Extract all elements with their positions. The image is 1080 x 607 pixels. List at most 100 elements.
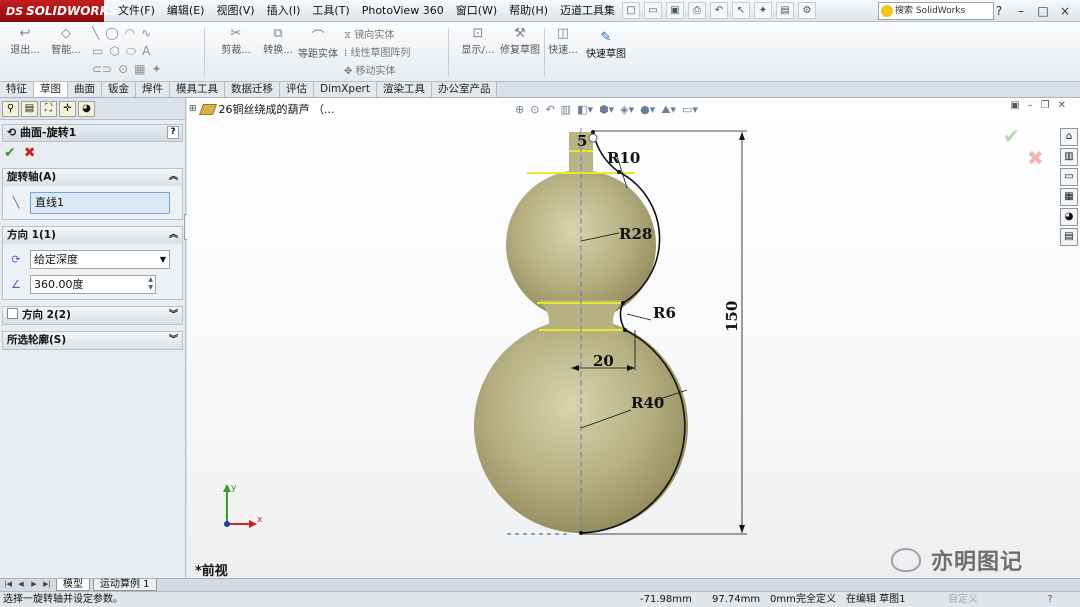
menu-view[interactable]: 视图(V) [210, 0, 260, 22]
file-properties-icon[interactable]: ▤ [776, 2, 794, 19]
direction2-checkbox[interactable] [7, 308, 18, 319]
direction1-header[interactable]: 方向 1(1) ︽ [3, 227, 182, 244]
exit-sketch-button[interactable]: ↩ 退出... [8, 26, 42, 57]
trim-button[interactable]: ✂ 剪裁... [216, 26, 256, 57]
line-icon[interactable]: ╲ [92, 26, 99, 40]
menu-maidao-tools[interactable]: 迈道工具集 [554, 0, 621, 22]
spline-icon[interactable]: ∿ [141, 26, 151, 40]
dim-r-top[interactable]: R10 [607, 149, 640, 167]
sketch-point[interactable] [617, 170, 621, 174]
expand-icon[interactable]: ︾ [169, 332, 178, 348]
tab-mold-tools[interactable]: 模具工具 [170, 82, 225, 97]
fillet-icon[interactable]: ✦ [152, 62, 162, 76]
next-tab-icon[interactable]: ▶ [28, 579, 40, 590]
tab-evaluate[interactable]: 评估 [280, 82, 314, 97]
help-button[interactable]: ? [992, 2, 1006, 20]
search-input[interactable]: 搜索 SolidWorks [878, 2, 994, 20]
selected-contours-header[interactable]: 所选轮廓(S) ︾ [3, 332, 182, 349]
rapid-sketch-button[interactable]: ✎ 快速草图 [584, 30, 628, 61]
plane-icon[interactable]: ▦ [134, 62, 145, 76]
file-explorer-icon[interactable]: ▭ [1060, 168, 1078, 186]
dim-height[interactable]: 150 [723, 301, 741, 332]
help-button[interactable]: ? [167, 126, 179, 139]
solidworks-logo[interactable]: DS SOLIDWORKS [0, 0, 118, 22]
menu-file[interactable]: 文件(F) [112, 0, 161, 22]
configuration-manager-icon[interactable]: ⛶ [40, 101, 57, 117]
tab-model[interactable]: 模型 [56, 579, 90, 591]
sketch-point[interactable] [591, 130, 595, 134]
undo-icon[interactable]: ↶ [710, 2, 728, 19]
save-icon[interactable]: ▣ [666, 2, 684, 19]
prev-tab-icon[interactable]: ◀ [15, 579, 27, 590]
dim-r-neck[interactable]: R6 [653, 304, 676, 322]
menu-help[interactable]: 帮助(H) [503, 0, 554, 22]
repair-sketch-button[interactable]: ⚒ 修复草图 [500, 26, 540, 57]
collapse-icon[interactable]: ︽ [169, 227, 178, 243]
linear-pattern-button[interactable]: ⁞ 线性草图阵列 [344, 44, 410, 59]
tab-data-migration[interactable]: 数据迁移 [225, 82, 280, 97]
solidworks-resources-icon[interactable]: ⌂ [1060, 128, 1078, 146]
menu-insert[interactable]: 插入(I) [261, 0, 307, 22]
select-icon[interactable]: ↖ [732, 2, 750, 19]
tab-dimxpert[interactable]: DimXpert [314, 82, 377, 97]
last-tab-icon[interactable]: ▶| [41, 579, 53, 590]
custom-properties-icon[interactable]: ▤ [1060, 228, 1078, 246]
tab-office-products[interactable]: 办公室产品 [431, 82, 498, 97]
sketch-point[interactable] [579, 531, 583, 535]
circle-icon[interactable]: ◯ [105, 26, 118, 40]
smart-dimension-button[interactable]: ◇ 智能... [48, 26, 84, 57]
collapse-icon[interactable]: ︽ [169, 169, 178, 185]
point-icon[interactable]: ⊙ [118, 62, 128, 76]
axis-group-header[interactable]: 旋转轴(A) ︽ [3, 169, 182, 186]
ellipse-icon[interactable]: ⬭ [126, 44, 136, 59]
text-icon[interactable]: A [142, 44, 150, 59]
graphics-area[interactable]: ⊞ 26铜丝绕成的葫芦 （... ⊕ ⊙ ↶ ▥ ◧▾ ⬢▾ ◈▾ ●▾ ⛰▾ … [187, 98, 1080, 579]
move-entities-button[interactable]: ✥ 移动实体 [344, 62, 396, 77]
maximize-button[interactable]: □ [1036, 2, 1050, 20]
polygon-icon[interactable]: ⬡ [109, 44, 119, 59]
feature-manager-icon[interactable]: ⚲ [2, 101, 19, 117]
expand-icon[interactable]: ︾ [169, 307, 178, 323]
sketch-point[interactable] [621, 301, 625, 305]
menu-window[interactable]: 窗口(W) [450, 0, 503, 22]
reverse-direction-icon[interactable]: ⟳ [7, 251, 25, 269]
tab-surfaces[interactable]: 曲面 [68, 82, 102, 97]
direction2-header[interactable]: 方向 2(2) ︾ [3, 307, 182, 324]
quick-snaps-button[interactable]: ◫ 快速... [546, 26, 580, 57]
tab-sheet-metal[interactable]: 钣金 [102, 82, 136, 97]
pivot-handle[interactable] [588, 133, 598, 143]
tab-motion-study[interactable]: 运动算例 1 [93, 579, 157, 591]
menu-tools[interactable]: 工具(T) [306, 0, 355, 22]
display-relations-button[interactable]: ⊡ 显示/... [458, 26, 498, 57]
offset-entities-button[interactable]: ⌒ 等距实体 [298, 30, 338, 61]
tab-sketch[interactable]: 草图 [34, 82, 68, 97]
rectangle-icon[interactable]: ▭ [92, 44, 103, 59]
close-button[interactable]: × [1058, 2, 1072, 20]
menu-photoview[interactable]: PhotoView 360 [356, 0, 450, 22]
dim-top[interactable]: 5 [577, 132, 587, 150]
tab-weldments[interactable]: 焊件 [136, 82, 170, 97]
rebuild-icon[interactable]: ✦ [754, 2, 772, 19]
display-manager-icon[interactable]: ◕ [78, 101, 95, 117]
cancel-x-icon[interactable]: ✖ [24, 146, 36, 162]
minimize-button[interactable]: – [1014, 2, 1028, 20]
dimxpert-manager-icon[interactable]: ✛ [59, 101, 76, 117]
appearances-icon[interactable]: ◕ [1060, 208, 1078, 226]
new-file-icon[interactable]: □ [622, 2, 640, 19]
options-icon[interactable]: ⚙ [798, 2, 816, 19]
status-help-icon[interactable]: ? [1040, 592, 1060, 607]
first-tab-icon[interactable]: |◀ [2, 579, 14, 590]
units-selector[interactable]: 自定义 [948, 592, 978, 607]
tab-render-tools[interactable]: 渲染工具 [376, 82, 432, 97]
menu-edit[interactable]: 编辑(E) [161, 0, 211, 22]
ok-checkmark-icon[interactable]: ✔ [4, 146, 16, 162]
sketch-point[interactable] [623, 328, 627, 332]
design-library-icon[interactable]: ▥ [1060, 148, 1078, 166]
dim-r-lower[interactable]: R40 [631, 394, 664, 412]
dim-r-upper[interactable]: R28 [619, 225, 652, 243]
view-palette-icon[interactable]: ▦ [1060, 188, 1078, 206]
property-manager-icon[interactable]: ▤ [21, 101, 38, 117]
axis-selection-box[interactable]: 直线1 [30, 192, 170, 214]
end-condition-select[interactable]: 给定深度 ▼ [30, 250, 170, 269]
spinner-icon[interactable]: ▲ ▼ [148, 276, 153, 292]
